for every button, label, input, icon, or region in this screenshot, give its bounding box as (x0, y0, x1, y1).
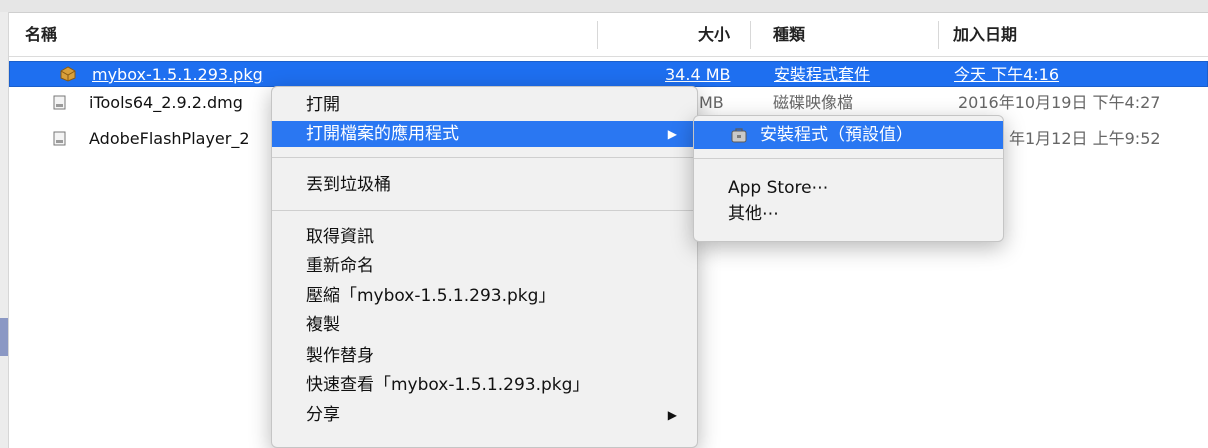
file-name: iTools64_2.9.2.dmg (89, 93, 243, 112)
menu-item-quick-look[interactable]: 快速查看「mybox-1.5.1.293.pkg」 (272, 372, 697, 398)
menu-item-compress[interactable]: 壓縮「mybox-1.5.1.293.pkg」 (272, 283, 697, 309)
disk-image-icon (53, 131, 66, 146)
open-with-submenu: 安裝程式（預設值） App Store⋯ 其他⋯ (693, 115, 1004, 242)
file-row-selected[interactable]: mybox-1.5.1.293.pkg 34.4 MB 安裝程式套件 今天 下午… (9, 61, 1208, 87)
file-kind: 磁碟映像檔 (773, 93, 854, 112)
file-date: 今天 下午4:16 (954, 65, 1060, 84)
installer-icon (731, 128, 747, 143)
menu-item-open[interactable]: 打開 (272, 92, 697, 118)
menu-item-make-alias[interactable]: 製作替身 (272, 343, 697, 369)
menu-item-move-to-trash[interactable]: 丟到垃圾桶 (272, 172, 697, 198)
menu-item-open-with[interactable]: 打開檔案的應用程式 ▶ (272, 121, 697, 147)
submenu-item-other[interactable]: 其他⋯ (694, 200, 1003, 228)
submenu-item-app-store[interactable]: App Store⋯ (694, 174, 1003, 202)
submenu-arrow-icon: ▶ (667, 127, 677, 141)
file-date: 2016年10月19日 下午4:27 (958, 93, 1161, 112)
file-name: AdobeFlashPlayer_2 (89, 129, 250, 148)
column-name-header[interactable]: 名稱 (25, 13, 57, 56)
disk-image-icon (53, 95, 66, 110)
context-menu: 打開 打開檔案的應用程式 ▶ 丟到垃圾桶 取得資訊 重新命名 壓縮「mybox-… (271, 86, 698, 448)
column-size-header[interactable]: 大小 (698, 13, 730, 56)
file-name: mybox-1.5.1.293.pkg (92, 65, 263, 84)
package-icon (60, 66, 76, 82)
menu-item-share[interactable]: 分享 ▶ (272, 402, 697, 428)
file-kind: 安裝程式套件 (774, 65, 871, 84)
menu-separator (694, 158, 1003, 159)
submenu-arrow-icon: ▶ (667, 408, 677, 422)
file-size: 34.4 MB (665, 65, 731, 84)
sidebar-edge (0, 12, 9, 448)
submenu-item-installer-default[interactable]: 安裝程式（預設值） (694, 121, 1003, 149)
menu-separator (272, 210, 697, 211)
column-date-header[interactable]: 加入日期 (953, 13, 1017, 56)
menu-item-rename[interactable]: 重新命名 (272, 253, 697, 279)
file-date: 年1月12日 上午9:52 (1009, 129, 1161, 148)
column-divider[interactable] (597, 21, 598, 49)
menu-item-duplicate[interactable]: 複製 (272, 312, 697, 338)
column-kind-header[interactable]: 種類 (773, 13, 805, 56)
column-divider[interactable] (750, 21, 751, 49)
column-divider[interactable] (938, 21, 939, 49)
menu-separator (272, 157, 697, 158)
menu-item-get-info[interactable]: 取得資訊 (272, 224, 697, 250)
sidebar-selection-mark (0, 318, 8, 356)
window-top-edge (0, 0, 1208, 13)
column-header: 名稱 大小 種類 加入日期 (9, 13, 1208, 57)
file-size: MB (699, 93, 724, 112)
